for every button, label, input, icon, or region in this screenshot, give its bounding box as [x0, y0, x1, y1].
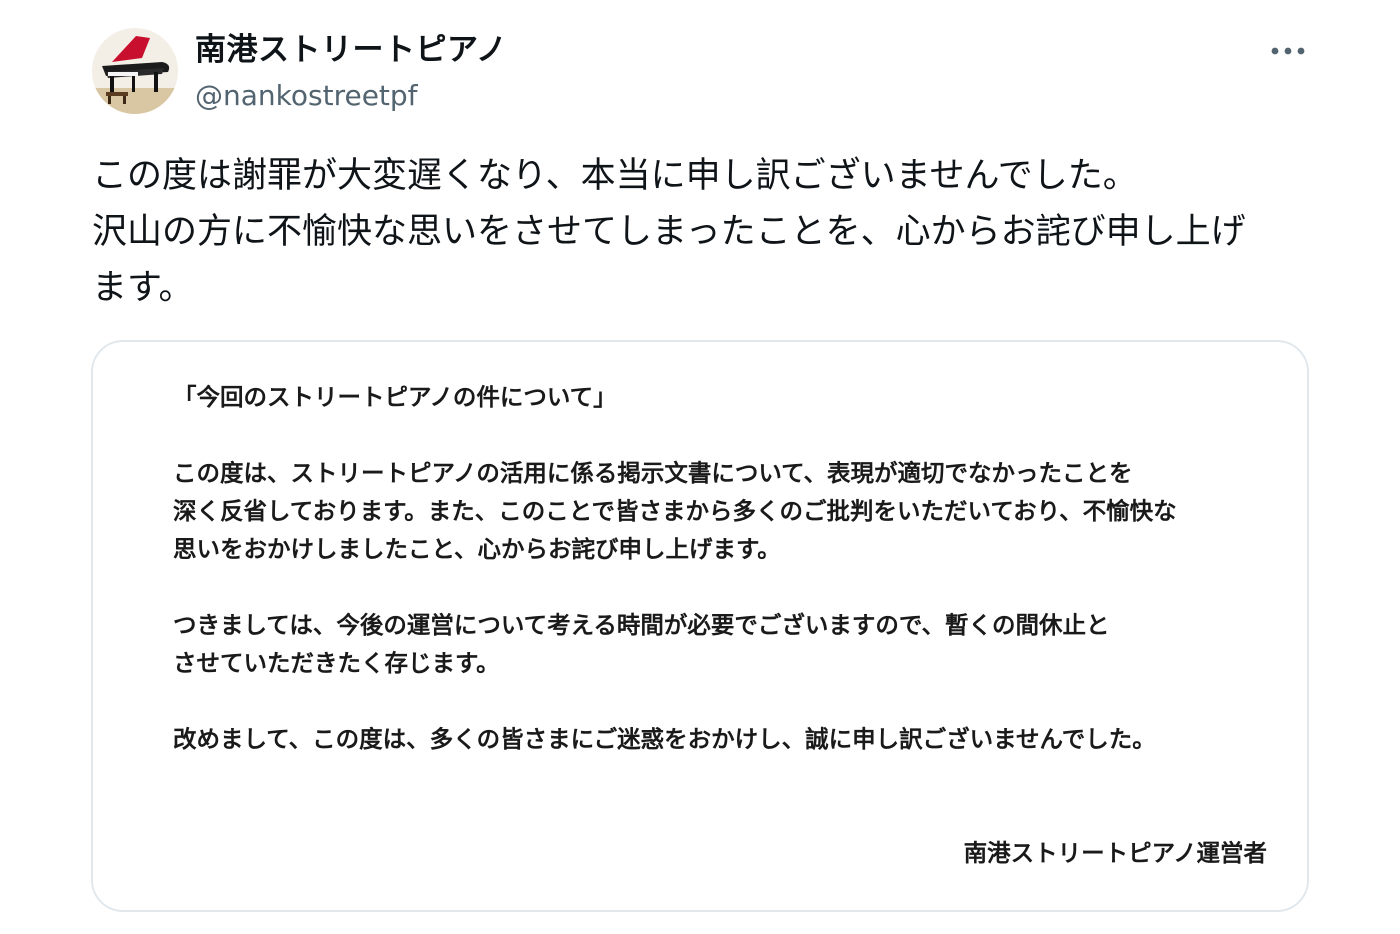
tweet-text-line: ます。	[92, 268, 194, 308]
display-name[interactable]: 南港ストリートピアノ	[195, 30, 507, 70]
tweet-text-line: この度は謝罪が大変遅くなり、本当に申し訳ございませんでした。	[92, 156, 1138, 196]
grand-piano-icon	[92, 28, 178, 114]
notice-signature: 南港ストリートピアノ運営者	[963, 839, 1267, 867]
more-horizontal-icon	[1271, 47, 1305, 55]
notice-paragraph-line: つきましては、今後の運営について考える時間が必要でございますので、暫くの間休止と	[173, 611, 1110, 639]
notice-paragraph-line: この度は、ストリートピアノの活用に係る掲示文書について、表現が適切でなかったこと…	[173, 459, 1133, 487]
tweet-text-line: 沢山の方に不愉快な思いをさせてしまったことを、心からお詫び申し上げ	[92, 212, 1246, 252]
user-handle[interactable]: @nankostreetpf	[195, 78, 418, 114]
attached-image[interactable]: 「今回のストリートピアノの件について」 この度は、ストリートピアノの活用に係る掲…	[91, 340, 1309, 912]
notice-paragraph-line: 深く反省しております。また、このことで皆さまから多くのご批判をいただいており、不…	[173, 497, 1177, 525]
more-options-button[interactable]	[1262, 34, 1314, 68]
notice-paragraph-line: させていただきたく存じます。	[173, 649, 500, 677]
notice-paragraph-line: 改めまして、この度は、多くの皆さまにご迷惑をおかけし、誠に申し訳ございませんでし…	[173, 725, 1156, 753]
notice-paragraph-line: 思いをおかけしましたこと、心からお詫び申し上げます。	[173, 535, 781, 563]
tweet-text: この度は謝罪が大変遅くなり、本当に申し訳ございませんでした。 沢山の方に不愉快な…	[92, 148, 1312, 316]
tweet-container: 南港ストリートピアノ @nankostreetpf この度は謝罪が大変遅くなり、…	[0, 0, 1400, 934]
notice-title: 「今回のストリートピアノの件について」	[173, 383, 617, 411]
avatar[interactable]	[92, 28, 178, 114]
